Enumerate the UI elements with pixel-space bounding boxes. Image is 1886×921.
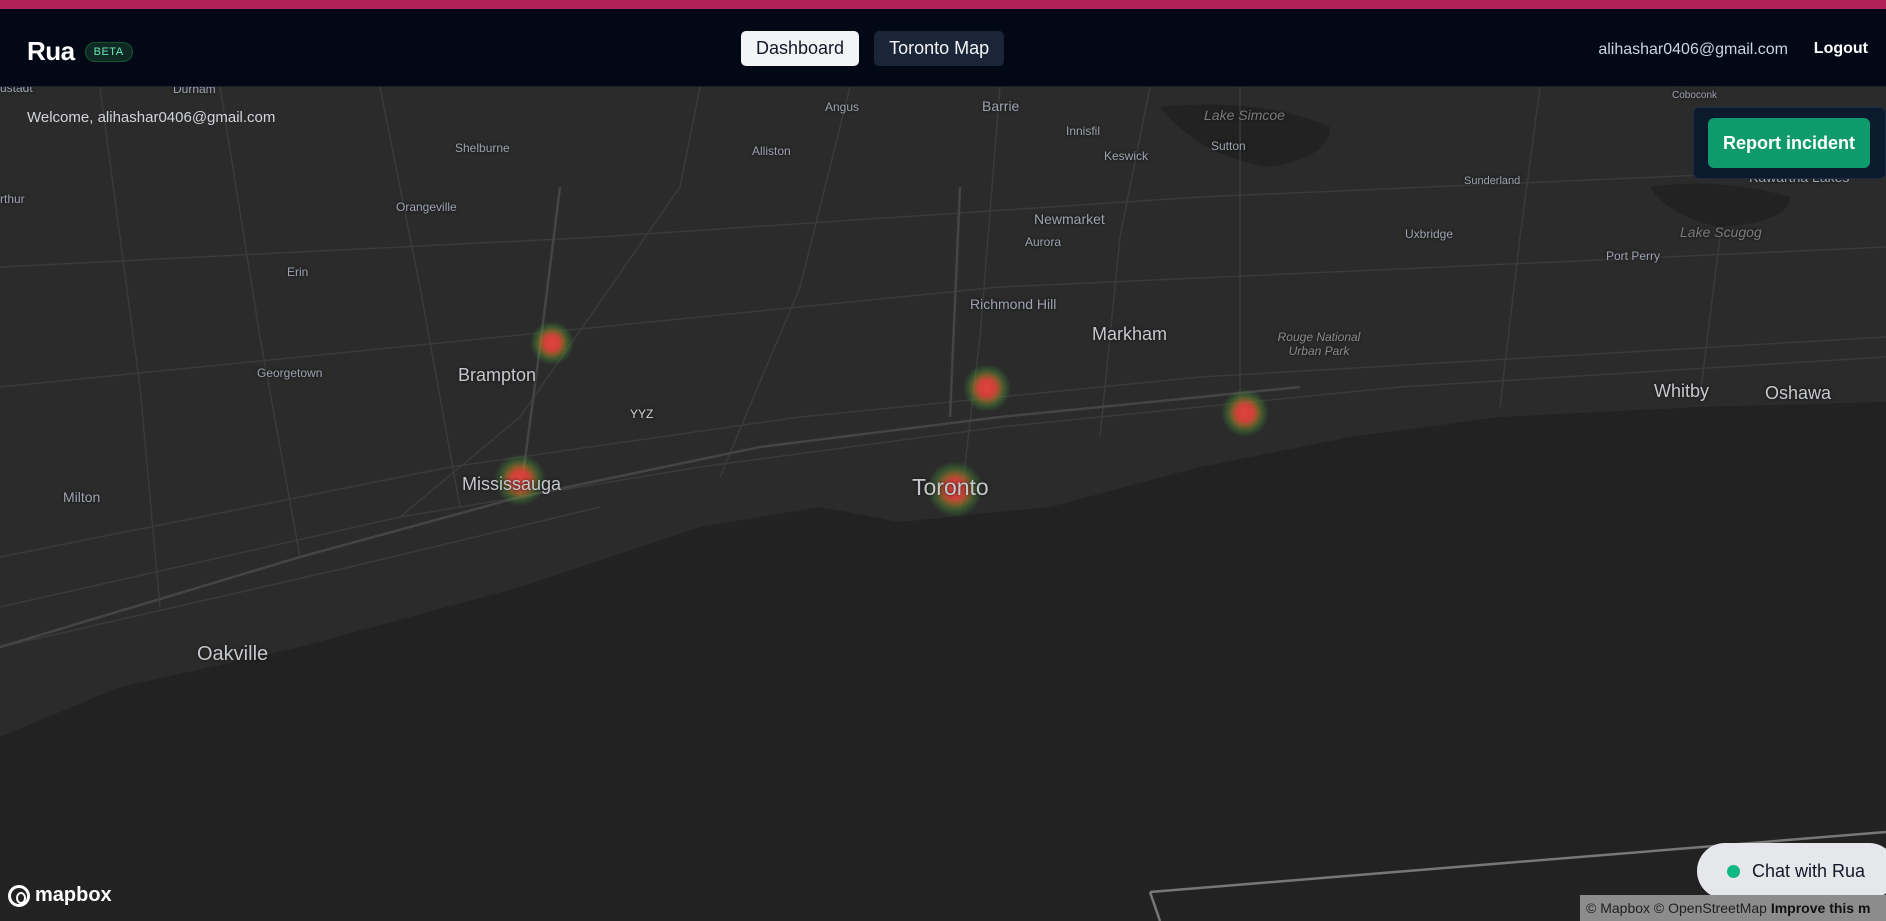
map-label: YYZ — [630, 407, 654, 421]
map-label: Milton — [63, 489, 101, 505]
map-label: Lake Scugog — [1680, 224, 1762, 240]
map-label: Toronto — [912, 474, 989, 500]
user-email: alihashar0406@gmail.com — [1598, 41, 1788, 58]
map-label: Alliston — [752, 144, 791, 158]
nav-toronto-map-button[interactable]: Toronto Map — [874, 31, 1005, 66]
nav-dashboard-button[interactable]: Dashboard — [741, 31, 860, 66]
map-label: Innisfil — [1066, 124, 1101, 138]
main-nav: Dashboard Toronto Map — [741, 31, 1005, 66]
map-label: Brampton — [458, 365, 537, 385]
chat-with-rua-button[interactable]: Chat with Rua — [1697, 843, 1886, 899]
incident-hotspot[interactable] — [963, 364, 1011, 412]
map-attribution: © Mapbox © OpenStreetMap Improve this m — [1580, 895, 1886, 921]
logout-button[interactable]: Logout — [1814, 40, 1868, 58]
map-label: Uxbridge — [1405, 227, 1454, 241]
map-label: Sutton — [1211, 139, 1246, 153]
top-navigation-bar: Rua BETA Dashboard Toronto Map alihashar… — [0, 9, 1886, 87]
map-label: Richmond Hill — [970, 296, 1057, 312]
map-label: Georgetown — [257, 366, 323, 380]
welcome-message: Welcome, alihashar0406@gmail.com — [27, 109, 276, 126]
mapbox-logo-icon — [8, 884, 30, 907]
map-label: Port Perry — [1606, 249, 1661, 263]
map-label: Erin — [287, 265, 309, 279]
map-label: rthur — [0, 192, 25, 206]
map-label: Oshawa — [1765, 383, 1832, 403]
chat-button-label: Chat with Rua — [1752, 860, 1866, 881]
incident-hotspot[interactable] — [530, 321, 574, 365]
brand-name[interactable]: Rua — [27, 36, 75, 67]
map-background — [0, 87, 1886, 921]
map-label: Keswick — [1104, 149, 1149, 163]
improve-map-link[interactable]: Improve this m — [1771, 900, 1871, 916]
map-label: Newmarket — [1034, 211, 1105, 227]
map-label: Durham — [173, 87, 216, 96]
map-label: Mississauga — [462, 474, 562, 494]
report-incident-button[interactable]: Report incident — [1708, 118, 1870, 168]
map-label: ustadt — [0, 87, 33, 95]
map-label: Barrie — [982, 98, 1020, 114]
brand[interactable]: Rua BETA — [27, 36, 133, 67]
top-accent-strip — [0, 0, 1886, 9]
mapbox-logo[interactable]: mapbox — [8, 884, 112, 907]
map-label: Lake Simcoe — [1204, 107, 1285, 123]
map-label: Coboconk — [1672, 90, 1718, 101]
mapbox-logo-text: mapbox — [35, 884, 112, 906]
map-canvas[interactable]: Durham ustadt rthur Angus Barrie Innisfi… — [0, 87, 1886, 921]
map-label: Orangeville — [396, 200, 457, 214]
map-label: Sunderland — [1464, 175, 1521, 187]
incident-hotspot[interactable] — [1221, 389, 1269, 437]
map-label: Shelburne — [455, 141, 510, 155]
map-label: Angus — [825, 100, 860, 114]
report-panel: Report incident — [1693, 107, 1886, 179]
map-label: Aurora — [1025, 235, 1062, 249]
beta-badge: BETA — [84, 41, 133, 62]
map-label: Markham — [1092, 324, 1168, 344]
map-label: Whitby — [1654, 381, 1710, 401]
map-label: Oakville — [197, 643, 269, 665]
online-status-dot-icon — [1727, 864, 1740, 878]
map-label: Rouge National Urban Park — [1277, 330, 1361, 358]
attribution-text[interactable]: © Mapbox © OpenStreetMap — [1586, 900, 1767, 916]
